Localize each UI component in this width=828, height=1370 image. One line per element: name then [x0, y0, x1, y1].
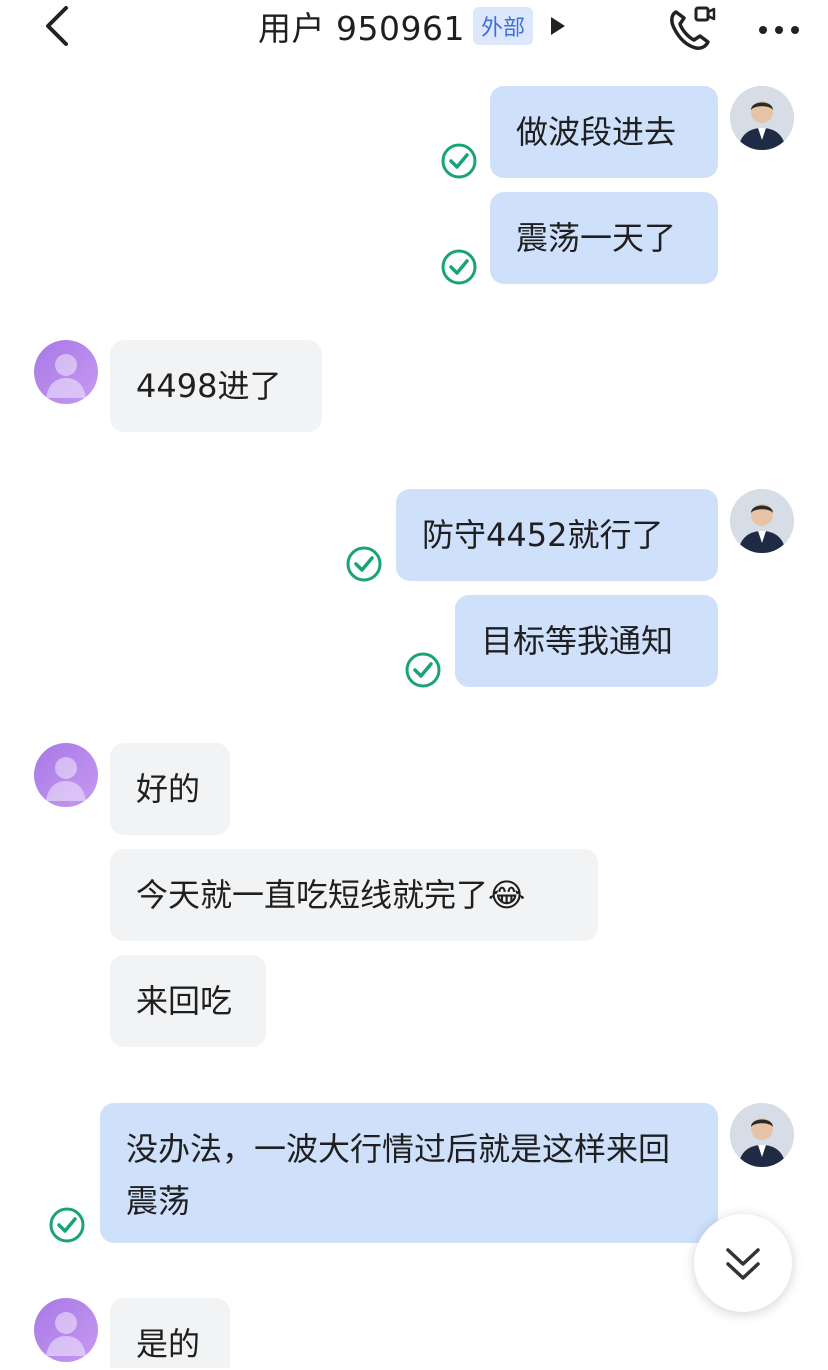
message-bubble-7[interactable]: 今天就一直吃短线就完了😂 — [110, 849, 598, 941]
message-bubble-3[interactable]: 4498进了 — [110, 340, 322, 432]
message-bubble-6[interactable]: 好的 — [110, 743, 230, 835]
chat-title-area[interactable]: 用户 950961 外部 — [258, 4, 565, 48]
message-bubble-4[interactable]: 防守4452就行了 — [396, 489, 718, 581]
message-bubble-5[interactable]: 目标等我通知 — [455, 595, 718, 687]
read-check-icon — [49, 1207, 85, 1243]
phone-video-icon — [670, 6, 716, 50]
read-check-icon — [441, 143, 477, 179]
scroll-to-bottom-button[interactable] — [694, 1214, 792, 1312]
double-chevron-down-icon — [726, 1248, 760, 1280]
caret-right-icon — [550, 17, 565, 35]
back-button[interactable] — [38, 4, 78, 48]
avatar-user[interactable] — [34, 1298, 98, 1362]
default-user-icon — [46, 354, 86, 398]
external-tag: 外部 — [472, 7, 533, 45]
avatar-me[interactable] — [730, 489, 794, 553]
avatar-icon — [730, 86, 794, 150]
avatar-icon — [730, 489, 794, 553]
more-button[interactable] — [755, 8, 803, 44]
default-user-icon — [46, 757, 86, 801]
message-bubble-1[interactable]: 做波段进去 — [490, 86, 718, 178]
avatar-me[interactable] — [730, 86, 794, 150]
call-button[interactable] — [666, 4, 718, 52]
read-check-icon — [405, 652, 441, 688]
default-user-icon — [46, 1312, 86, 1356]
more-horizontal-icon — [759, 26, 799, 34]
read-check-icon — [441, 249, 477, 285]
message-bubble-8[interactable]: 来回吃 — [110, 955, 266, 1047]
avatar-user[interactable] — [34, 340, 98, 404]
chat-title: 用户 950961 — [258, 9, 465, 48]
chat-header: 用户 950961 外部 — [0, 0, 828, 56]
chevron-left-icon — [46, 6, 68, 46]
read-check-icon — [346, 546, 382, 582]
avatar-user[interactable] — [34, 743, 98, 807]
avatar-me[interactable] — [730, 1103, 794, 1167]
message-bubble-9[interactable]: 没办法，一波大行情过后就是这样来回震荡 — [100, 1103, 718, 1243]
message-bubble-2[interactable]: 震荡一天了 — [490, 192, 718, 284]
message-bubble-10[interactable]: 是的 — [110, 1298, 230, 1368]
avatar-icon — [730, 1103, 794, 1167]
